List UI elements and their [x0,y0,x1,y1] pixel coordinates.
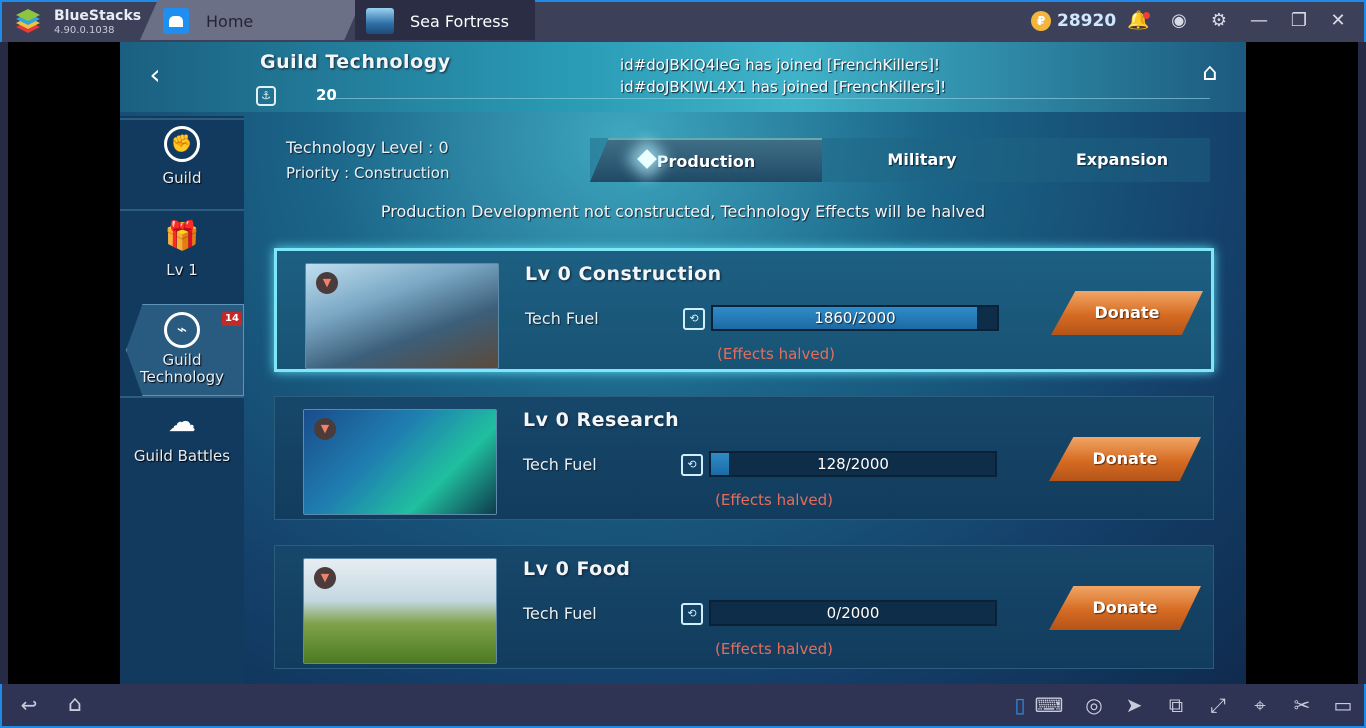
back-icon[interactable]: ‹ [140,60,170,90]
keyboard-icon[interactable]: ⌨ [1034,692,1064,718]
join-notice: id#doJBKIQ4leG has joined [FrenchKillers… [620,56,941,74]
tab-sea-fortress-label[interactable]: Sea Fortress [410,12,509,31]
app-version: 4.90.0.1038 [54,25,115,36]
status-text: (Effects halved) [717,345,835,363]
android-nav-bar: ↩ ⌂ ▯ ⌨ ◎ ➤ ⧉ ⤢ ⌖ ✂ ▭ [0,684,1366,728]
sidebar-item-guild[interactable]: ✊ Guild [120,126,244,187]
scissors-icon[interactable]: ✂ [1287,692,1317,718]
shake-icon[interactable]: ▭ [1328,692,1358,718]
progress-bar: 0/2000 [709,600,997,626]
header-divider [330,98,1210,99]
fuel-label: Tech Fuel [523,604,597,623]
join-notice: id#doJBKIWL4X1 has joined [FrenchKillers… [620,78,947,96]
progress-text: 1860/2000 [814,309,896,327]
sea-fortress-game-icon[interactable] [366,8,394,34]
sidebar-item-label: Guild [162,169,202,187]
tech-card-research[interactable]: ▼ Lv 0 Research Tech Fuel ⟲ 128/2000 (Ef… [274,396,1214,520]
bluestacks-logo-icon [16,9,40,33]
circuit-icon: ⌁ [164,312,200,348]
home-app-icon[interactable] [163,8,189,34]
sidebar-item-lv1[interactable]: 🎁 Lv 1 [120,218,244,279]
status-text: (Effects halved) [715,491,833,509]
sidebar-item-guild-battles[interactable]: ☁ Guild Battles [120,404,244,465]
progress-bar: 1860/2000 [711,305,999,331]
technology-level: Technology Level : 0 [286,138,449,157]
donate-button[interactable]: Donate [1049,437,1201,481]
gear-icon[interactable]: ⚙ [1208,10,1230,32]
progress-text: 0/2000 [826,604,880,622]
progress-text: 128/2000 [817,455,889,473]
notification-dot [1143,12,1150,19]
progress-bar: 128/2000 [709,451,997,477]
gift-icon: 🎁 [164,219,200,252]
priority-down-icon: ▼ [316,272,338,294]
donate-button[interactable]: Donate [1051,291,1203,335]
home-icon[interactable]: ⌂ [1196,58,1224,86]
chip-icon: ⟲ [681,603,703,625]
status-text: (Effects halved) [715,640,833,658]
explosion-icon: ☁ [168,405,196,438]
minimize-icon[interactable]: — [1248,10,1270,32]
food-image: ▼ [303,558,497,664]
card-title: Lv 0 Food [523,558,631,580]
coin-balance: 28920 [1057,11,1117,31]
sidebar-item-label: Lv 1 [166,261,198,279]
tab-production[interactable]: Production [590,138,822,182]
anchor-icon: ⚓ [256,86,276,106]
sidebar-divider [120,118,244,120]
sidebar-item-label: Guild Battles [133,447,231,465]
profile-icon[interactable]: ◉ [1168,10,1190,32]
warning-message: Production Development not constructed, … [380,202,986,221]
portrait-mode-icon[interactable]: ▯ [1005,692,1035,718]
app-name: BlueStacks [54,8,142,24]
handshake-icon: ✊ [164,126,200,162]
tech-card-construction[interactable]: ▼ Lv 0 Construction Tech Fuel ⟲ 1860/200… [274,248,1214,372]
priority-down-icon: ▼ [314,567,336,589]
guild-technology-screen: ‹ Guild Technology ⚓ 20 id#doJBKIQ4leG h… [120,42,1246,684]
location-icon[interactable]: ⌖ [1245,692,1275,718]
fuel-label: Tech Fuel [525,309,599,328]
notification-badge: 14 [222,312,242,326]
priority-down-icon: ▼ [314,418,336,440]
tab-military[interactable]: Military [822,138,1022,182]
construction-image: ▼ [305,263,499,369]
chip-icon: ⟲ [683,308,705,330]
card-title: Lv 0 Research [523,409,680,431]
guild-count: 20 [316,86,337,104]
priority: Priority : Construction [286,164,450,182]
tech-card-food[interactable]: ▼ Lv 0 Food Tech Fuel ⟲ 0/2000 (Effects … [274,545,1214,669]
home-nav-icon[interactable]: ⌂ [60,692,90,718]
back-nav-icon[interactable]: ↩ [14,692,44,718]
close-icon[interactable]: ✕ [1327,10,1349,32]
page-title: Guild Technology [260,51,451,73]
tab-expansion[interactable]: Expansion [1022,138,1222,182]
tab-home-label[interactable]: Home [206,12,253,31]
research-image: ▼ [303,409,497,515]
card-title: Lv 0 Construction [525,263,722,285]
restore-icon[interactable]: ❐ [1288,10,1310,32]
donate-button[interactable]: Donate [1049,586,1201,630]
fuel-label: Tech Fuel [523,455,597,474]
sidebar-divider [120,396,244,398]
coin-icon: ₽ [1031,11,1051,31]
eye-icon[interactable]: ◎ [1079,692,1109,718]
fullscreen-icon[interactable]: ⤢ [1203,692,1233,718]
sidebar-item-label: Guild Technology [139,351,225,386]
rotate-icon[interactable]: ⧉ [1161,692,1191,718]
pointer-icon[interactable]: ➤ [1119,692,1149,718]
chip-icon: ⟲ [681,454,703,476]
